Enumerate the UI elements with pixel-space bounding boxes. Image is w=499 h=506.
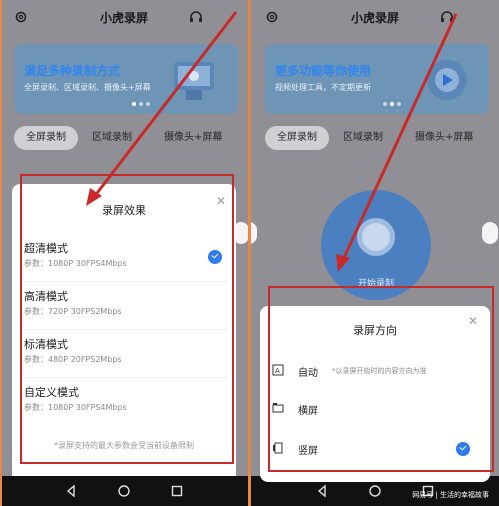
annotation-arrows — [86, 11, 458, 272]
source-watermark: 网易号 | 生活的幸福故事 — [412, 491, 489, 499]
